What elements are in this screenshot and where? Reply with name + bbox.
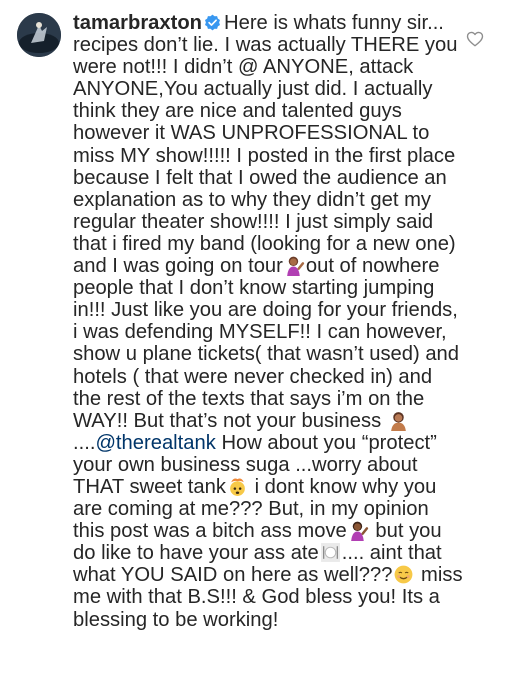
heart-outline-icon[interactable] <box>466 30 484 48</box>
profile-avatar[interactable] <box>17 13 61 57</box>
woman-tipping-hand-emoji <box>287 256 305 277</box>
comment-segment: Here is whats funny sir... recipes don’t… <box>73 12 458 278</box>
plate-fork-knife-emoji <box>320 543 340 563</box>
comment-row: tamarbraxton Here is whats funny sir... r… <box>0 0 515 700</box>
comment-segment: out of nowhere people that I don’t know … <box>73 255 460 432</box>
relieved-smile-emoji <box>395 565 413 584</box>
comment-text: tamarbraxton Here is whats funny sir... r… <box>73 12 465 631</box>
mention-link[interactable]: @therealtank <box>95 432 215 454</box>
exploding-head-emoji <box>230 478 245 496</box>
woman-facepalm-emoji <box>390 411 406 431</box>
verified-badge-icon <box>205 14 220 31</box>
woman-tipping-hand-emoji <box>350 521 368 542</box>
comment-username[interactable]: tamarbraxton <box>73 12 202 34</box>
avatar-image <box>17 13 61 57</box>
comment-segment: .... <box>73 431 96 454</box>
